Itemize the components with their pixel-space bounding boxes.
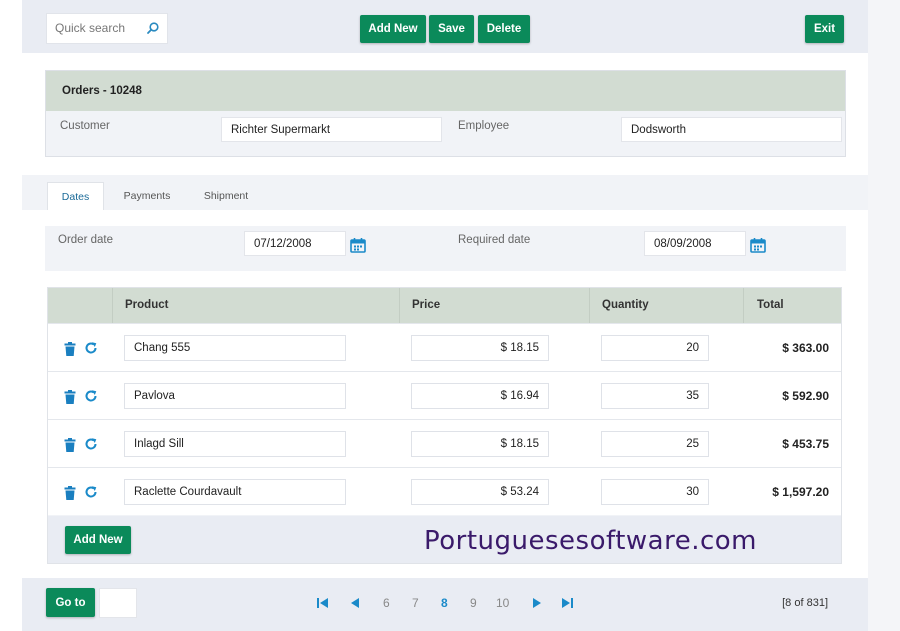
search-icon[interactable]	[146, 21, 160, 35]
order-header-bar: Orders - 10248	[46, 71, 845, 111]
goto-button[interactable]: Go to	[46, 588, 95, 617]
employee-label: Employee	[458, 120, 510, 132]
first-page-icon[interactable]	[316, 597, 330, 609]
scroll-gutter	[868, 0, 900, 631]
page-link-current[interactable]: 8	[441, 596, 448, 610]
order-title: Orders - 10248	[62, 85, 142, 97]
save-button[interactable]: Save	[429, 15, 474, 43]
table-row: Chang 555 $ 18.15 20 $ 363.00	[48, 323, 841, 371]
previous-page-icon[interactable]	[348, 597, 362, 609]
price-field[interactable]: $ 53.24	[411, 479, 549, 505]
page-info: [8 of 831]	[782, 597, 828, 609]
price-field[interactable]: $ 16.94	[411, 383, 549, 409]
goto-page-input[interactable]	[99, 588, 137, 618]
line-total: $ 453.75	[782, 437, 829, 451]
refresh-icon[interactable]	[84, 389, 98, 403]
quantity-field[interactable]: 35	[601, 383, 709, 409]
line-total: $ 592.90	[782, 389, 829, 403]
line-total: $ 363.00	[782, 341, 829, 355]
column-header-total[interactable]: Total	[757, 299, 784, 311]
column-header-quantity[interactable]: Quantity	[602, 299, 649, 311]
page-link[interactable]: 6	[383, 596, 390, 610]
product-field[interactable]: Inlagd Sill	[124, 431, 346, 457]
trash-icon[interactable]	[64, 486, 76, 500]
column-divider	[112, 288, 113, 324]
trash-icon[interactable]	[64, 342, 76, 356]
calendar-icon[interactable]	[750, 237, 766, 253]
product-field[interactable]: Raclette Courdavault	[124, 479, 346, 505]
employee-field[interactable]: Dodsworth	[621, 117, 842, 142]
price-field[interactable]: $ 18.15	[411, 431, 549, 457]
calendar-icon[interactable]	[350, 237, 366, 253]
tab-payments[interactable]: Payments	[114, 182, 180, 210]
price-field[interactable]: $ 18.15	[411, 335, 549, 361]
order-date-label: Order date	[58, 234, 113, 246]
top-toolbar: Add New Save Delete Exit	[22, 0, 868, 53]
quick-search[interactable]	[46, 13, 168, 44]
order-header-panel: Orders - 10248 Customer Richter Supermar…	[45, 70, 846, 157]
search-input[interactable]	[55, 21, 147, 35]
refresh-icon[interactable]	[84, 485, 98, 499]
page-link[interactable]: 9	[470, 596, 477, 610]
add-line-button[interactable]: Add New	[65, 526, 131, 554]
next-page-icon[interactable]	[530, 597, 544, 609]
column-divider	[399, 288, 400, 324]
product-field[interactable]: Chang 555	[124, 335, 346, 361]
tab-shipment[interactable]: Shipment	[195, 182, 257, 210]
exit-button[interactable]: Exit	[805, 15, 844, 43]
tab-dates[interactable]: Dates	[47, 182, 104, 210]
refresh-icon[interactable]	[84, 437, 98, 451]
order-lines-grid: Product Price Quantity Total Chang 555 $…	[47, 287, 842, 564]
customer-label: Customer	[60, 120, 110, 132]
customer-field[interactable]: Richter Supermarkt	[221, 117, 442, 142]
required-date-field[interactable]: 08/09/2008	[644, 231, 746, 256]
add-new-button[interactable]: Add New	[360, 15, 426, 43]
quantity-field[interactable]: 30	[601, 479, 709, 505]
column-header-price[interactable]: Price	[412, 299, 440, 311]
line-total: $ 1,597.20	[772, 485, 829, 499]
order-date-field[interactable]: 07/12/2008	[244, 231, 346, 256]
column-header-product[interactable]: Product	[125, 299, 168, 311]
pagination-bar: Go to 6 7 8 9 10 [8 of 831]	[22, 578, 868, 631]
table-row: Inlagd Sill $ 18.15 25 $ 453.75	[48, 419, 841, 467]
quantity-field[interactable]: 20	[601, 335, 709, 361]
column-divider	[743, 288, 744, 324]
delete-button[interactable]: Delete	[478, 15, 530, 43]
grid-header: Product Price Quantity Total	[48, 288, 841, 324]
table-row: Pavlova $ 16.94 35 $ 592.90	[48, 371, 841, 419]
last-page-icon[interactable]	[560, 597, 574, 609]
watermark-text: Portuguesesoftware.com	[424, 526, 757, 556]
trash-icon[interactable]	[64, 390, 76, 404]
table-row: Raclette Courdavault $ 53.24 30 $ 1,597.…	[48, 467, 841, 515]
dates-panel: Order date 07/12/2008 Required date 08/0…	[45, 226, 846, 271]
trash-icon[interactable]	[64, 438, 76, 452]
page-link[interactable]: 7	[412, 596, 419, 610]
column-divider	[589, 288, 590, 324]
page-link[interactable]: 10	[496, 596, 509, 610]
required-date-label: Required date	[458, 234, 531, 246]
refresh-icon[interactable]	[84, 341, 98, 355]
product-field[interactable]: Pavlova	[124, 383, 346, 409]
quantity-field[interactable]: 25	[601, 431, 709, 457]
